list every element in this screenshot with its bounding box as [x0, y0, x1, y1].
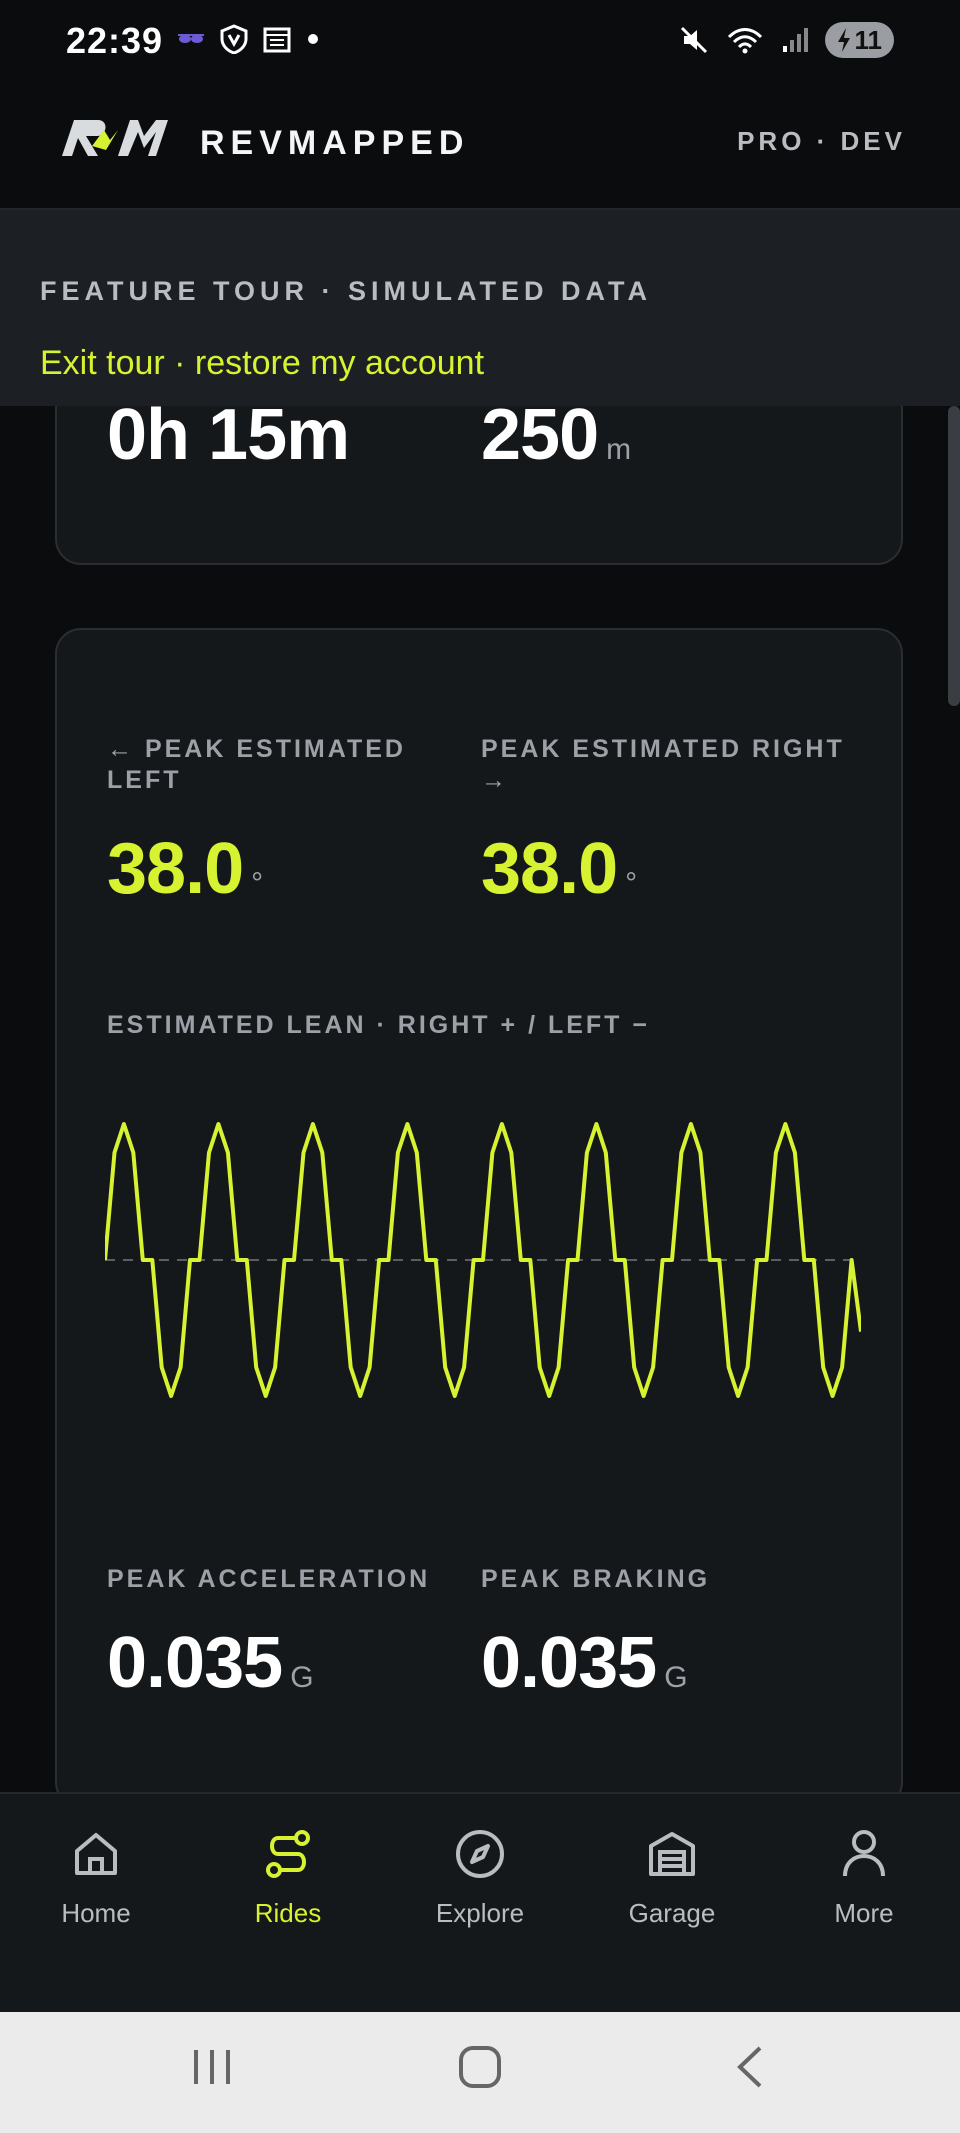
- g-unit: G: [290, 1661, 314, 1694]
- exit-tour-link[interactable]: Exit tour · restore my account: [40, 344, 484, 383]
- nav-home[interactable]: Home: [0, 1824, 192, 1929]
- revmapped-logo[interactable]: [58, 116, 172, 160]
- peak-braking-value: 0.035: [481, 1623, 657, 1703]
- shield-v-icon: [220, 24, 248, 54]
- peak-left-label: ← PEAK ESTIMATED LEFT: [107, 735, 406, 794]
- compass-icon: [456, 1830, 504, 1878]
- calendar-icon: [263, 27, 291, 53]
- ride-duration: 0h 15m: [107, 395, 350, 475]
- home-circle-icon[interactable]: [456, 2042, 504, 2092]
- plan-badge: PRO · DEV: [737, 126, 906, 156]
- peak-acceleration-value: 0.035: [107, 1623, 283, 1703]
- lean-chart-label: ESTIMATED LEAN · RIGHT + / LEFT −: [107, 1011, 650, 1039]
- charging-bolt-icon: [837, 28, 850, 52]
- lean-angle-card: ← PEAK ESTIMATED LEFT 38.0 ° PEAK ESTIMAT…: [55, 628, 903, 1808]
- nav-label: More: [834, 1898, 894, 1928]
- bottom-nav: Home Rides Explore Garage More: [0, 1792, 960, 2014]
- peak-right-value: 38.0: [481, 829, 618, 909]
- tour-title: FEATURE TOUR · SIMULATED DATA: [40, 276, 652, 306]
- nav-more[interactable]: More: [768, 1824, 960, 1929]
- rides-icon: [266, 1830, 310, 1878]
- mute-icon: [680, 26, 707, 54]
- wifi-icon: [727, 28, 762, 54]
- peak-right-label: PEAK ESTIMATED RIGHT →: [481, 735, 845, 794]
- nav-label: Home: [61, 1898, 131, 1928]
- battery-indicator: 11: [824, 22, 894, 58]
- back-icon[interactable]: [730, 2042, 770, 2092]
- nav-explore[interactable]: Explore: [384, 1824, 576, 1929]
- status-bar: 22:39 11: [0, 0, 960, 84]
- nav-garage[interactable]: Garage: [576, 1824, 768, 1929]
- g-unit: G: [664, 1661, 688, 1694]
- person-icon: [843, 1830, 885, 1877]
- nav-rides[interactable]: Rides: [192, 1824, 384, 1929]
- glasses-icon: [178, 34, 204, 43]
- elevation-value: 250: [481, 395, 599, 475]
- brand-name: REVMAPPED: [200, 124, 470, 162]
- dot-icon: [308, 34, 318, 44]
- feature-tour-banner: FEATURE TOUR · SIMULATED DATA Exit tour …: [0, 210, 960, 406]
- home-icon: [75, 1833, 117, 1875]
- lean-chart: [105, 1122, 861, 1398]
- recents-icon[interactable]: [190, 2042, 234, 2092]
- scrollbar[interactable]: [948, 406, 960, 706]
- elevation-unit: m: [606, 433, 632, 466]
- degree-unit: °: [625, 867, 638, 900]
- peak-braking-label: PEAK BRAKING: [481, 1565, 711, 1593]
- degree-unit: °: [251, 867, 264, 900]
- system-nav-bar: [0, 2012, 960, 2133]
- nav-label: Explore: [435, 1898, 525, 1928]
- peak-acceleration-label: PEAK ACCELERATION: [107, 1565, 431, 1593]
- peak-left-value: 38.0: [107, 829, 244, 909]
- battery-level: 11: [854, 24, 883, 55]
- signal-icon: [782, 28, 808, 52]
- nav-label: Garage: [628, 1898, 716, 1928]
- app-bar: REVMAPPED PRO · DEV: [0, 84, 960, 210]
- garage-icon: [649, 1832, 695, 1876]
- status-time: 22:39: [66, 20, 164, 61]
- nav-label: Rides: [254, 1898, 322, 1928]
